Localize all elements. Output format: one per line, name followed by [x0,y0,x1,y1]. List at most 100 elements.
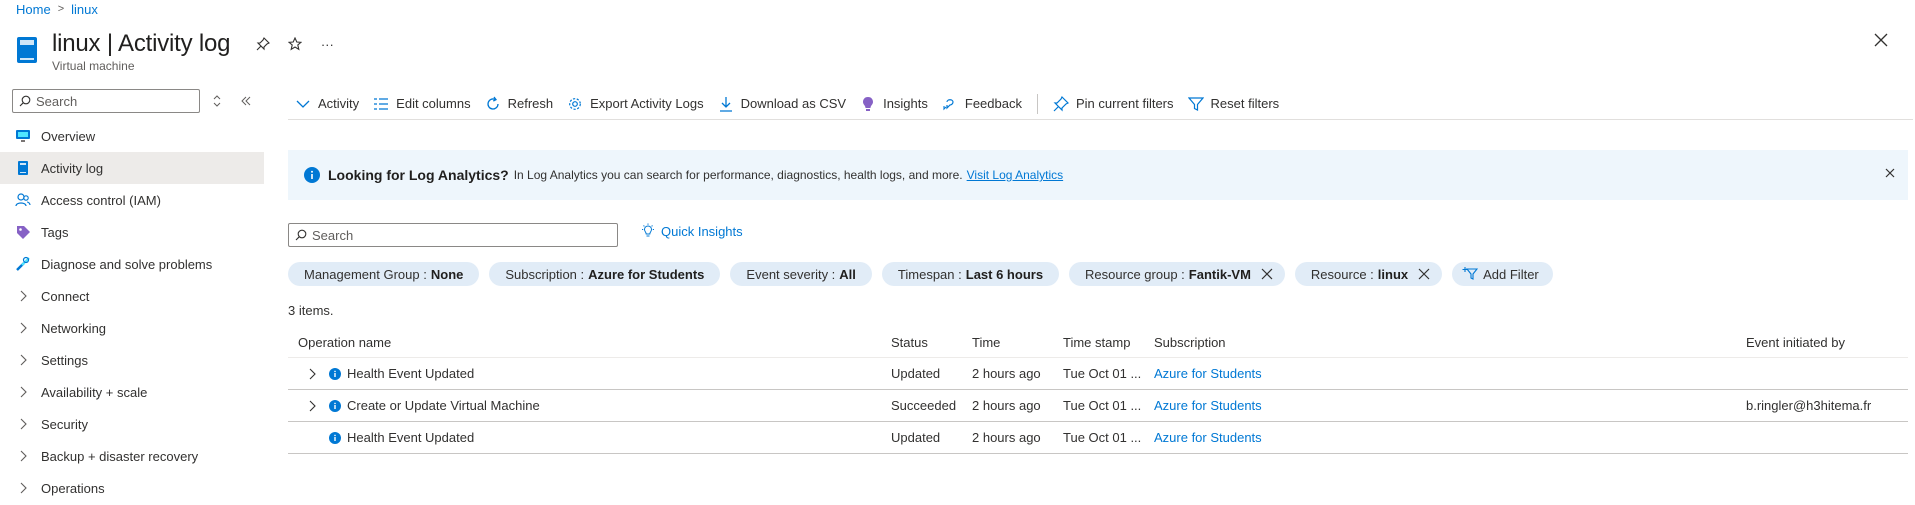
sidebar-item-overview[interactable]: Overview [0,120,264,152]
favorite-star-icon[interactable] [286,35,304,53]
sidebar-item-label: Tags [41,224,69,240]
breadcrumb-current[interactable]: linux [71,2,98,17]
column-header-subscription[interactable]: Subscription [1154,335,1746,350]
items-count: 3 items. [288,303,334,318]
download-csv-button[interactable]: Download as CSV [711,90,854,118]
page-name: Activity log [118,30,231,57]
activity-log-table: Operation name Status Time Time stamp Su… [288,328,1908,454]
operation-name: Create or Update Virtual Machine [347,398,540,413]
filter-pill-event-severity[interactable]: Event severity : All [730,262,872,286]
sidebar-item-operations[interactable]: Operations [0,472,264,504]
column-header-time-stamp[interactable]: Time stamp [1063,335,1154,350]
resource-name: linux [52,30,101,57]
pill-value: None [430,266,464,282]
sidebar-item-connect[interactable]: Connect [0,280,264,312]
sidebar-item-backup[interactable]: Backup + disaster recovery [0,440,264,472]
table-row[interactable]: Health Event Updated Updated 2 hours ago… [288,358,1908,390]
filter-pill-resource-group[interactable]: Resource group : Fantik-VM [1069,262,1285,286]
lightbulb-icon [860,96,876,112]
table-row[interactable]: Create or Update Virtual Machine Succeed… [288,390,1908,422]
expand-row-icon[interactable] [305,399,319,413]
add-filter-button[interactable]: Add Filter [1452,262,1553,286]
filter-search-input[interactable] [312,227,612,243]
pill-value: Azure for Students [588,266,705,282]
page-title: linux | Activity log [52,30,231,58]
sidebar-item-label: Backup + disaster recovery [41,448,199,464]
cell-initiated-by: b.ringler@h3hitema.fr [1746,398,1872,413]
gear-icon [567,96,583,112]
feedback-icon [942,96,958,112]
monitor-icon [14,127,32,145]
sidebar-item-label: Diagnose and solve problems [41,256,213,272]
pin-current-filters-button[interactable]: Pin current filters [1046,90,1181,118]
info-icon [329,399,341,412]
column-header-status[interactable]: Status [891,335,972,350]
sidebar-search-input[interactable] [36,93,186,109]
table-row[interactable]: Health Event Updated Updated 2 hours ago… [288,422,1908,454]
people-icon [14,191,32,209]
filter-pill-subscription[interactable]: Subscription : Azure for Students [489,262,721,286]
filter-pill-management-group[interactable]: Management Group : None [288,262,480,286]
filter-pill-resource[interactable]: Resource : linux [1294,262,1443,286]
close-banner-icon[interactable] [1884,167,1896,179]
pin-icon[interactable] [254,35,272,53]
reset-filters-button[interactable]: Reset filters [1181,90,1287,118]
filter-pill-timespan[interactable]: Timespan : Last 6 hours [881,262,1060,286]
pill-label: Resource group : [1085,266,1185,282]
cell-time-stamp: Tue Oct 01 ... [1063,366,1142,381]
activity-label: Activity [318,96,360,111]
pill-value: All [839,266,856,282]
pill-value: Last 6 hours [965,266,1044,282]
cell-subscription-link[interactable]: Azure for Students [1154,430,1746,445]
visit-log-analytics-link[interactable]: Visit Log Analytics [967,168,1064,182]
pin-filters-label: Pin current filters [1075,96,1174,111]
cell-time-stamp: Tue Oct 01 ... [1063,430,1142,445]
breadcrumb-home[interactable]: Home [16,2,51,17]
sidebar-item-settings[interactable]: Settings [0,344,264,376]
cell-subscription-link[interactable]: Azure for Students [1154,366,1746,381]
quick-insights-label: Quick Insights [661,223,743,239]
refresh-button[interactable]: Refresh [478,90,561,118]
expand-collapse-icon[interactable] [212,95,222,107]
cell-operation: Health Event Updated [288,430,891,445]
feedback-button[interactable]: Feedback [935,90,1029,118]
chevron-right-icon [14,479,32,497]
close-blade-icon[interactable] [1873,32,1889,48]
title-row: linux | Activity log ··· [52,26,336,62]
remove-filter-icon[interactable] [1261,268,1273,280]
toolbar-divider [1036,93,1038,114]
sidebar-item-access-control[interactable]: Access control (IAM) [0,184,264,216]
edit-columns-button[interactable]: Edit columns [366,90,477,118]
cell-status: Succeeded [891,398,957,413]
expand-row-icon[interactable] [305,367,319,381]
search-icon [295,229,307,241]
chevron-right-icon [14,319,32,337]
chevron-right-icon [14,351,32,369]
sidebar-search[interactable] [12,89,200,113]
filter-search[interactable] [288,223,618,247]
chevron-right-icon [14,287,32,305]
sidebar-item-diagnose[interactable]: Diagnose and solve problems [0,248,264,280]
sidebar-nav: Overview Activity log Access control (IA… [0,120,264,504]
info-icon [304,167,320,183]
more-options-icon[interactable]: ··· [318,35,336,53]
command-bar: Activity Edit columns Refresh Export Act… [288,88,1913,120]
quick-insights-link[interactable]: Quick Insights [640,221,743,241]
pill-label: Subscription : [505,266,585,282]
column-header-event-initiated-by[interactable]: Event initiated by [1746,335,1908,350]
insights-button[interactable]: Insights [853,90,935,118]
sidebar-item-networking[interactable]: Networking [0,312,264,344]
activity-button[interactable]: Activity [288,90,366,118]
sidebar-item-availability[interactable]: Availability + scale [0,376,264,408]
sidebar-item-security[interactable]: Security [0,408,264,440]
collapse-sidebar-icon[interactable] [240,96,252,106]
column-header-operation[interactable]: Operation name [288,335,891,350]
cell-subscription-link[interactable]: Azure for Students [1154,398,1746,413]
sidebar-item-activity-log[interactable]: Activity log [0,152,264,184]
sidebar-item-tags[interactable]: Tags [0,216,264,248]
column-header-time[interactable]: Time [972,335,1063,350]
remove-filter-icon[interactable] [1418,268,1430,280]
export-activity-logs-button[interactable]: Export Activity Logs [560,90,710,118]
tag-icon [14,223,32,241]
sidebar-item-label: Connect [41,288,90,304]
